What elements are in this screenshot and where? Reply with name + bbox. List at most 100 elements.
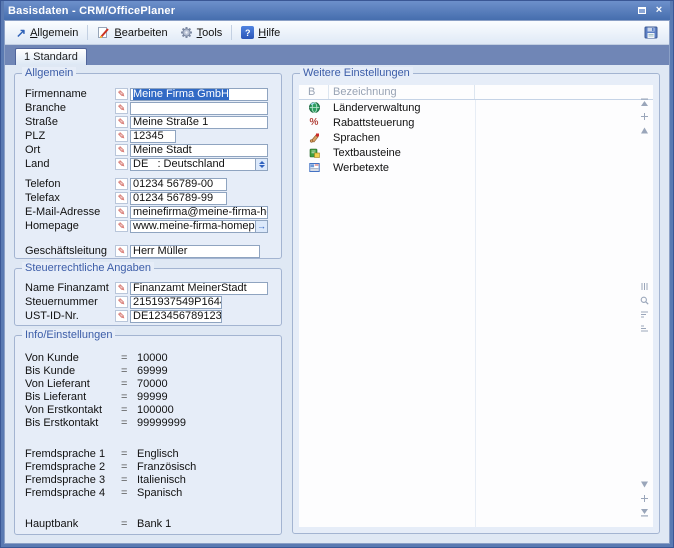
edit-page-icon	[97, 26, 110, 39]
go-arrow-icon: →	[257, 222, 266, 231]
arrow-ne-icon: ↗	[16, 27, 26, 39]
grid-header: B Bezeichnung	[299, 85, 653, 100]
steuernummer-input[interactable]: 2151937549P1644	[130, 296, 222, 309]
grid-body: Länderverwaltung % Rabattsteuerung Sprac…	[299, 100, 653, 527]
edit-pencil-button[interactable]: ✎	[115, 296, 128, 308]
field-label: UST-ID-Nr.	[25, 310, 115, 322]
grid-row-werbetexte[interactable]: Werbetexte	[299, 160, 653, 175]
field-label: Branche	[25, 102, 115, 114]
column-header-bezeichnung[interactable]: Bezeichnung	[329, 85, 475, 99]
help-icon: ?	[241, 26, 254, 39]
geschaeftsleitung-input[interactable]: Herr Müller	[130, 245, 260, 258]
tab-standard[interactable]: 1 Standard	[15, 48, 87, 65]
scroll-last-icon[interactable]	[640, 508, 649, 517]
scroll-up-icon[interactable]	[640, 126, 649, 135]
firmenname-input[interactable]: Meine Firma GmbH	[130, 88, 268, 101]
language-icon	[309, 132, 320, 143]
edit-pencil-button[interactable]: ✎	[115, 144, 128, 156]
info-value: 99999999	[137, 417, 186, 429]
edit-pencil-button[interactable]: ✎	[115, 102, 128, 114]
edit-pencil-button[interactable]: ✎	[115, 310, 128, 322]
pencil-icon: ✎	[118, 222, 126, 231]
edit-pencil-button[interactable]: ✎	[115, 192, 128, 204]
sort-desc-icon[interactable]	[640, 324, 649, 333]
grid-row-label: Rabattsteuerung	[329, 117, 414, 129]
field-label: Ort	[25, 144, 115, 156]
percent-icon: %	[310, 118, 319, 128]
branche-input[interactable]	[130, 102, 268, 115]
info-row: Von Lieferant=70000	[25, 377, 273, 390]
menu-allgemein[interactable]: ↗ Allgemein	[10, 25, 84, 41]
save-button[interactable]	[638, 24, 664, 41]
menu-bearbeiten[interactable]: Bearbeiten	[91, 24, 173, 41]
close-button[interactable]: ×	[652, 4, 666, 17]
info-value: Spanisch	[137, 487, 182, 499]
sort-asc-icon[interactable]	[640, 310, 649, 319]
field-land: Land ✎ DE : Deutschland	[25, 157, 273, 171]
telefax-input[interactable]: 01234 56789-99	[130, 192, 227, 205]
restore-button[interactable]	[635, 4, 649, 17]
menu-hilfe-label: Hilfe	[258, 27, 280, 39]
info-label: Bis Erstkontakt	[25, 417, 121, 429]
info-row: Bis Lieferant=99999	[25, 390, 273, 403]
strasse-input[interactable]: Meine Straße 1	[130, 116, 268, 129]
info-row: Bis Kunde=69999	[25, 364, 273, 377]
grid-row-sprachen[interactable]: Sprachen	[299, 130, 653, 145]
edit-pencil-button[interactable]: ✎	[115, 245, 128, 257]
info-label: Hauptbank	[25, 518, 121, 530]
plz-input[interactable]: 12345	[130, 130, 176, 143]
grid-row-rabattsteuerung[interactable]: % Rabattsteuerung	[299, 115, 653, 130]
adtext-icon	[309, 162, 320, 173]
scroll-first-icon[interactable]	[640, 98, 649, 107]
grid-row-label: Länderverwaltung	[329, 102, 420, 114]
column-header-b[interactable]: B	[299, 85, 329, 99]
equals-sign: =	[121, 474, 137, 486]
pencil-icon: ✎	[118, 118, 126, 127]
ustid-input[interactable]: DE123456789123	[130, 310, 222, 323]
edit-pencil-button[interactable]: ✎	[115, 130, 128, 142]
info-value: Italienisch	[137, 474, 186, 486]
email-input[interactable]: meinefirma@meine-firma-homepage.de	[130, 206, 268, 219]
info-label: Von Erstkontakt	[25, 404, 121, 416]
edit-pencil-button[interactable]: ✎	[115, 282, 128, 294]
telefon-input[interactable]: 01234 56789-00	[130, 178, 227, 191]
finanzamt-input[interactable]: Finanzamt MeinerStadt	[130, 282, 268, 295]
menu-allgemein-label: Allgemein	[30, 27, 78, 39]
menu-hilfe[interactable]: ? Hilfe	[235, 24, 286, 41]
pencil-icon: ✎	[118, 284, 126, 293]
edit-pencil-button[interactable]: ✎	[115, 88, 128, 100]
scroll-down-icon[interactable]	[640, 480, 649, 489]
toolbar: ↗ Allgemein Bearbeiten Tools ? Hilfe	[5, 21, 669, 45]
field-geschaeftsleitung: Geschäftsleitung ✎ Herr Müller	[25, 244, 273, 258]
group-steuer-title: Steuerrechtliche Angaben	[22, 262, 154, 274]
field-ort: Ort ✎ Meine Stadt	[25, 143, 273, 157]
grip-icon[interactable]	[640, 282, 649, 291]
info-row: Fremdsprache 3=Italienisch	[25, 473, 273, 486]
menu-tools[interactable]: Tools	[174, 24, 229, 41]
ort-input[interactable]: Meine Stadt	[130, 144, 268, 157]
pencil-icon: ✎	[118, 247, 126, 256]
edit-pencil-button[interactable]: ✎	[115, 158, 128, 170]
group-allgemein: Allgemein Firmenname ✎ Meine Firma GmbH …	[14, 73, 282, 259]
info-value: 10000	[137, 352, 168, 364]
grid-row-laenderverwaltung[interactable]: Länderverwaltung	[299, 100, 653, 115]
info-value: 99999	[137, 391, 168, 403]
pencil-icon: ✎	[118, 104, 126, 113]
scroll-page-up-icon[interactable]	[640, 112, 649, 121]
scroll-middle-group	[640, 282, 649, 333]
globe-icon	[309, 102, 320, 113]
field-finanzamt: Name Finanzamt ✎ Finanzamt MeinerStadt	[25, 281, 273, 295]
edit-pencil-button[interactable]: ✎	[115, 206, 128, 218]
open-homepage-button[interactable]: →	[255, 220, 268, 233]
edit-pencil-button[interactable]: ✎	[115, 116, 128, 128]
search-icon[interactable]	[640, 296, 649, 305]
edit-pencil-button[interactable]: ✎	[115, 178, 128, 190]
land-input[interactable]: DE : Deutschland	[130, 158, 255, 171]
info-row: Von Erstkontakt=100000	[25, 403, 273, 416]
grid-row-textbausteine[interactable]: Textbausteine	[299, 145, 653, 160]
edit-pencil-button[interactable]: ✎	[115, 220, 128, 232]
scroll-page-down-icon[interactable]	[640, 494, 649, 503]
homepage-input[interactable]: www.meine-firma-homepage.de	[130, 220, 255, 233]
grid-row-label: Textbausteine	[329, 147, 401, 159]
land-dropdown-button[interactable]	[255, 158, 268, 171]
